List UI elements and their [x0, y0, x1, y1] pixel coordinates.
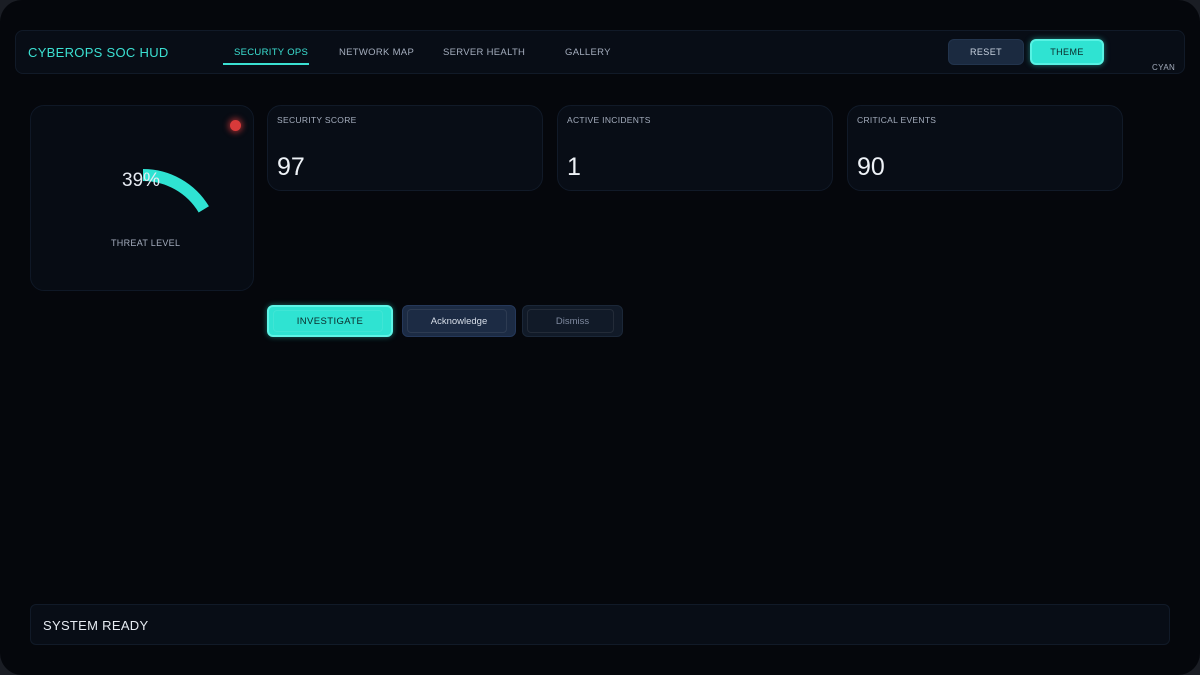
security-score-card: SECURITY SCORE 97 — [267, 105, 543, 191]
threat-level-value: 39% — [122, 170, 161, 191]
stat-value: 97 — [277, 153, 305, 181]
acknowledge-button[interactable]: Acknowledge — [402, 305, 516, 337]
top-bar: CYBEROPS SOC HUD SECURITY OPS NETWORK MA… — [15, 30, 1185, 74]
threat-gauge — [142, 169, 209, 213]
reset-button[interactable]: RESET — [948, 39, 1024, 65]
tab-network-map[interactable]: NETWORK MAP — [339, 47, 414, 58]
critical-events-card: CRITICAL EVENTS 90 — [847, 105, 1123, 191]
stat-value: 1 — [567, 153, 581, 181]
button-inner-border — [273, 310, 383, 332]
status-text: SYSTEM READY — [43, 618, 149, 633]
active-incidents-card: ACTIVE INCIDENTS 1 — [557, 105, 833, 191]
active-tab-indicator — [223, 63, 309, 65]
theme-value: CYAN — [1152, 63, 1176, 72]
stat-label: SECURITY SCORE — [277, 115, 357, 125]
tab-server-health[interactable]: SERVER HEALTH — [443, 47, 525, 58]
stat-value: 90 — [857, 153, 885, 181]
tab-security-ops[interactable]: SECURITY OPS — [234, 47, 308, 58]
button-inner-border — [407, 309, 507, 333]
tab-gallery[interactable]: GALLERY — [565, 47, 611, 58]
threat-level-label: THREAT LEVEL — [111, 238, 181, 248]
investigate-button[interactable]: INVESTIGATE — [267, 305, 393, 337]
status-bar: SYSTEM READY — [30, 604, 1170, 645]
dismiss-button[interactable]: Dismiss — [522, 305, 623, 337]
stat-label: ACTIVE INCIDENTS — [567, 115, 651, 125]
threat-level-card: 39% THREAT LEVEL — [30, 105, 254, 291]
button-inner-border — [527, 309, 614, 333]
app-frame: CYBEROPS SOC HUD SECURITY OPS NETWORK MA… — [0, 0, 1200, 675]
theme-button[interactable]: THEME — [1030, 39, 1104, 65]
app-title: CYBEROPS SOC HUD — [28, 45, 169, 60]
stat-label: CRITICAL EVENTS — [857, 115, 937, 125]
